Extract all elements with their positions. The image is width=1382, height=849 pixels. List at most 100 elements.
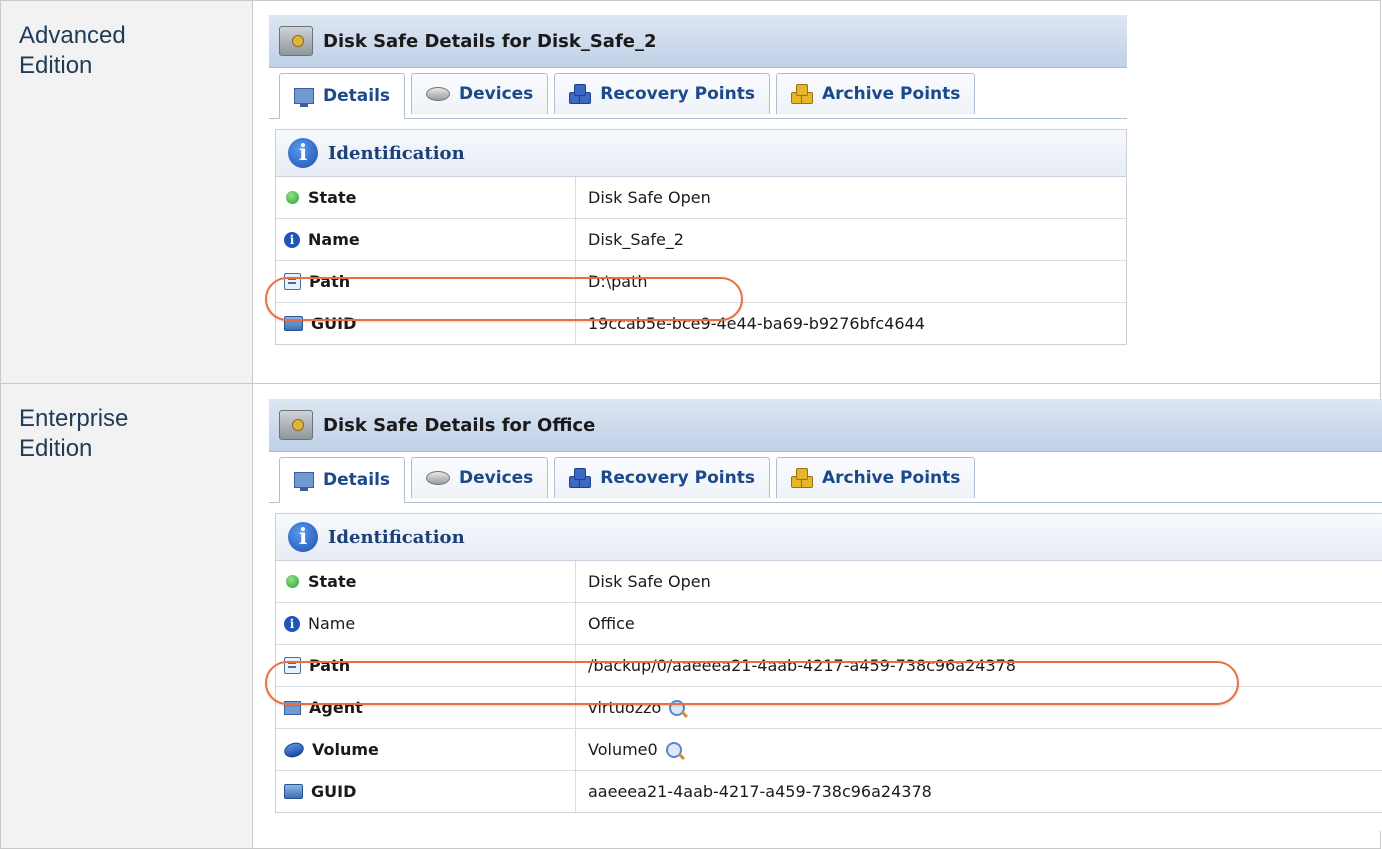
path-icon — [284, 657, 301, 674]
panel-title: Disk Safe Details for Office — [323, 414, 596, 436]
panel-title: Disk Safe Details for Disk_Safe_2 — [323, 30, 657, 52]
recovery-points-icon — [569, 84, 592, 104]
agent-value: virtuozzo — [588, 698, 662, 717]
identification-section: i Identification State Disk Safe Open iN… — [275, 129, 1127, 345]
disk-safe-details-panel: Disk Safe Details for Office Details Dev… — [265, 399, 1382, 831]
field-label-text: Agent — [309, 698, 363, 717]
monitor-icon — [294, 88, 314, 107]
table-row: Enterprise Edition Disk Safe Details for… — [0, 383, 1382, 849]
tab-bar: Details Devices Recovery Points Archive … — [269, 68, 1127, 119]
field-label-text: GUID — [311, 314, 357, 333]
disk-icon — [426, 87, 451, 101]
field-row-volume: Volume Volume0 — [276, 729, 1382, 771]
screenshot-cell: Disk Safe Details for Disk_Safe_2 Detail… — [252, 0, 1381, 384]
magnifier-icon[interactable] — [665, 741, 682, 758]
tab-details[interactable]: Details — [279, 73, 406, 119]
field-value: 19ccab5e-bce9-4e44-ba69-b9276bfc4644 — [588, 314, 925, 333]
field-label-text: Name — [308, 614, 356, 633]
tab-label: Details — [323, 86, 391, 106]
field-label: State — [276, 561, 576, 602]
disk-safe-icon — [279, 26, 313, 56]
field-label-text: Path — [309, 656, 351, 675]
field-value: aaeeea21-4aab-4217-a459-738c96a24378 — [588, 782, 932, 801]
edition-label-cell: Advanced Edition — [0, 0, 253, 384]
field-value: virtuozzo — [576, 687, 1382, 728]
field-label-text: GUID — [311, 782, 357, 801]
tab-archive-points[interactable]: Archive Points — [775, 457, 976, 498]
edition-label-line: Enterprise — [19, 405, 129, 432]
field-label: Path — [276, 261, 576, 302]
field-value: Disk Safe Open — [588, 188, 711, 207]
info-icon: i — [288, 138, 318, 168]
field-label-text: Name — [308, 230, 360, 249]
disk-safe-icon — [279, 410, 313, 440]
info-icon: i — [284, 231, 300, 248]
magnifier-icon[interactable] — [669, 699, 686, 716]
archive-points-icon — [790, 468, 813, 488]
field-row-path: Path D:\path — [276, 261, 1126, 303]
tab-devices[interactable]: Devices — [411, 73, 549, 114]
tab-label: Devices — [459, 84, 534, 104]
info-icon: i — [288, 522, 318, 552]
field-value: Disk_Safe_2 — [588, 230, 684, 249]
tab-label: Recovery Points — [600, 84, 755, 104]
field-label-text: State — [308, 188, 357, 207]
field-label: GUID — [276, 771, 576, 812]
tab-details[interactable]: Details — [279, 457, 406, 503]
disk-icon — [426, 471, 451, 485]
disk-safe-details-panel: Disk Safe Details for Disk_Safe_2 Detail… — [265, 15, 1127, 371]
field-row-guid: GUID aaeeea21-4aab-4217-a459-738c96a2437… — [276, 771, 1382, 812]
edition-comparison-table: Advanced Edition Disk Safe Details for D… — [0, 0, 1382, 849]
tab-archive-points[interactable]: Archive Points — [775, 73, 976, 114]
table-row: Advanced Edition Disk Safe Details for D… — [0, 0, 1381, 384]
edition-label-line: Edition — [19, 52, 93, 79]
identification-header[interactable]: i Identification — [276, 514, 1382, 561]
guid-icon — [284, 316, 303, 331]
edition-label-line: Advanced — [19, 22, 126, 49]
tab-devices[interactable]: Devices — [411, 457, 549, 498]
field-label: Agent — [276, 687, 576, 728]
field-label-text: State — [308, 572, 357, 591]
archive-points-icon — [790, 84, 813, 104]
panel-header: Disk Safe Details for Office — [269, 399, 1382, 452]
field-label: Path — [276, 645, 576, 686]
field-label: State — [276, 177, 576, 218]
field-row-guid: GUID 19ccab5e-bce9-4e44-ba69-b9276bfc464… — [276, 303, 1126, 344]
screenshot-cell: Disk Safe Details for Office Details Dev… — [252, 383, 1382, 849]
section-title: Identification — [328, 526, 465, 548]
tab-label: Details — [323, 470, 391, 490]
volume-icon — [282, 739, 306, 760]
identification-section: i Identification State Disk Safe Open iN… — [275, 513, 1382, 813]
tab-label: Archive Points — [821, 84, 961, 104]
identification-header[interactable]: i Identification — [276, 130, 1126, 177]
field-row-state: State Disk Safe Open — [276, 177, 1126, 219]
monitor-icon — [294, 472, 314, 491]
tab-recovery-points[interactable]: Recovery Points — [554, 457, 770, 498]
field-value: Disk Safe Open — [588, 572, 711, 591]
agent-monitor-icon — [284, 700, 301, 715]
tab-recovery-points[interactable]: Recovery Points — [554, 73, 770, 114]
field-label: GUID — [276, 303, 576, 344]
edition-label-line: Edition — [19, 435, 93, 462]
recovery-points-icon — [569, 468, 592, 488]
field-label: i Name — [276, 603, 576, 644]
field-value: Volume0 — [576, 729, 1382, 770]
tab-bar: Details Devices Recovery Points Archive … — [269, 452, 1382, 503]
field-row-state: State Disk Safe Open — [276, 561, 1382, 603]
info-icon: i — [284, 615, 300, 632]
field-row-name: i Name Disk_Safe_2 — [276, 219, 1126, 261]
edition-label-cell: Enterprise Edition — [0, 383, 253, 849]
field-row-agent: Agent virtuozzo — [276, 687, 1382, 729]
field-value: /backup/0/aaeeea21-4aab-4217-a459-738c96… — [588, 656, 1016, 675]
volume-value: Volume0 — [588, 740, 658, 759]
field-row-path: Path /backup/0/aaeeea21-4aab-4217-a459-7… — [276, 645, 1382, 687]
green-status-icon — [286, 191, 299, 204]
field-label-text: Path — [309, 272, 351, 291]
field-value: D:\path — [588, 272, 648, 291]
field-label-text: Volume — [312, 740, 379, 759]
green-status-icon — [286, 575, 299, 588]
field-row-name: i Name Office — [276, 603, 1382, 645]
tab-label: Archive Points — [821, 468, 961, 488]
field-value: Office — [588, 614, 635, 633]
tab-label: Recovery Points — [600, 468, 755, 488]
